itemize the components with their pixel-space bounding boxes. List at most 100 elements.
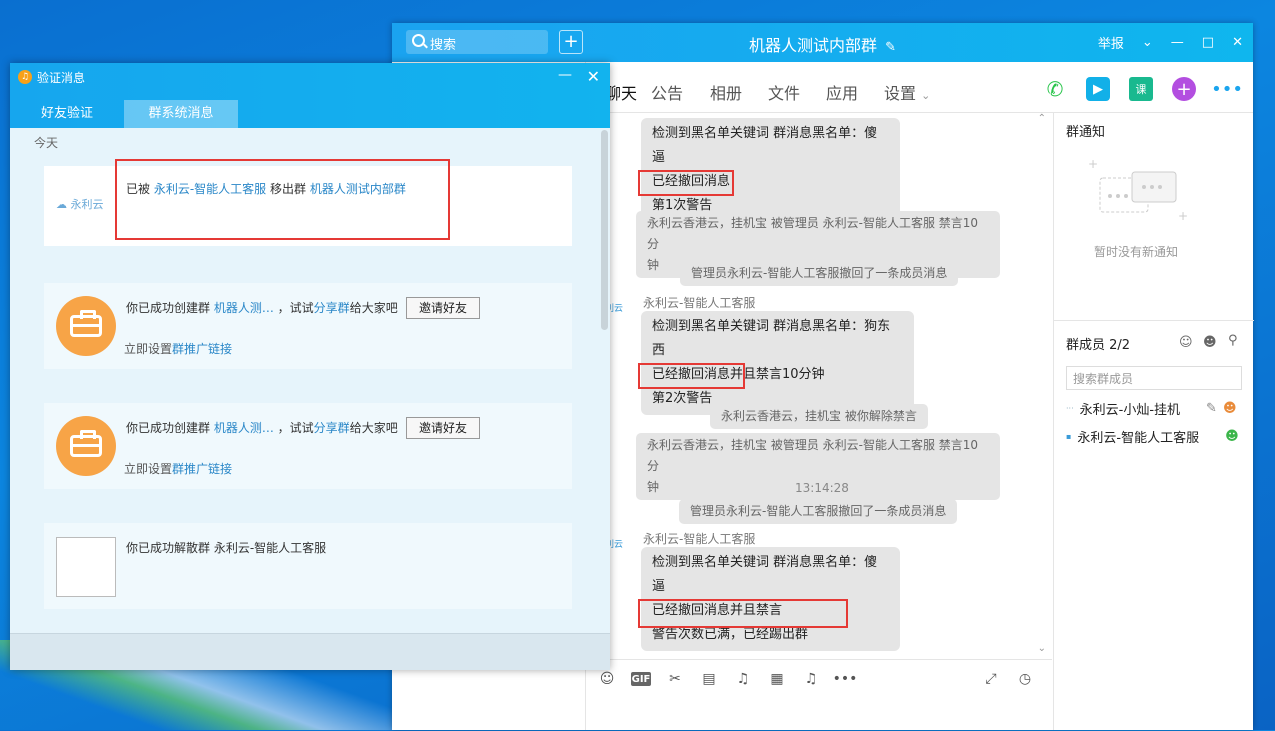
scissors-icon[interactable]: ✂ bbox=[665, 669, 685, 689]
message-text: 检测到黑名单关键词 群消息黑名单：傻逼 bbox=[652, 126, 878, 165]
tab-album[interactable]: 相册 bbox=[710, 80, 742, 104]
group-side-panel: 群通知 + + 暂时没有新通知 群成员 2/2 ☺ ☻ ⚲ 搜索群成员 ··· 永… bbox=[1053, 113, 1254, 730]
tab-files[interactable]: 文件 bbox=[768, 80, 800, 104]
dialog-footer bbox=[10, 633, 610, 670]
share-group-link[interactable]: 分享群 bbox=[314, 421, 350, 435]
promo-link-text: 立即设置群推广链接 bbox=[124, 462, 233, 476]
tab-apps[interactable]: 应用 bbox=[826, 80, 858, 104]
group-avatar-icon bbox=[56, 296, 116, 356]
message-text: 检测到黑名单关键词 群消息黑名单：傻逼 bbox=[652, 555, 878, 594]
member-name: 永利云-智能人工客服 bbox=[1077, 431, 1200, 446]
svg-text:+: + bbox=[1178, 209, 1188, 223]
folder-icon[interactable]: ▤ bbox=[699, 669, 719, 689]
gif-icon[interactable]: GIF bbox=[631, 672, 651, 686]
member-item[interactable]: ▪ 永利云-智能人工客服 ☻ bbox=[1066, 427, 1239, 446]
input-toolbar: ☺ GIF ✂ ▤ ♫ ▦ ♫ ••• ⤢ ◷ bbox=[585, 660, 1052, 698]
dialog-title: 验证消息 bbox=[37, 71, 86, 85]
input-area: ☺ GIF ✂ ▤ ♫ ▦ ♫ ••• ⤢ ◷ bbox=[585, 659, 1052, 731]
message-card: 你已成功解散群 永利云-智能人工客服 bbox=[44, 523, 572, 609]
dialog-titlebar: ♫ 验证消息 — ✕ 好友验证 群系统消息 bbox=[10, 63, 610, 128]
dialog-message-list: 今天 ☁ 永利云 已被 永利云-智能人工客服 移出群 机器人测试内部群 你已成功… bbox=[10, 128, 610, 634]
tab-announcement[interactable]: 公告 bbox=[651, 80, 683, 104]
sender-name: 永利云-智能人工客服 bbox=[643, 296, 756, 310]
plus-apps-icon[interactable]: + bbox=[1172, 77, 1196, 101]
more-tools-icon[interactable]: ••• bbox=[833, 669, 858, 689]
highlight-box bbox=[638, 363, 745, 389]
image-icon[interactable]: ▦ bbox=[767, 669, 787, 689]
group-logo: ☁ 永利云 bbox=[56, 198, 104, 211]
member-search-input[interactable]: 搜索群成员 bbox=[1066, 366, 1242, 390]
close-icon[interactable]: ✕ bbox=[1232, 35, 1243, 50]
more-icon[interactable]: ••• bbox=[1211, 77, 1243, 101]
card-text: 你已成功创建群 机器人测… ，试试分享群给大家吧 bbox=[126, 421, 398, 435]
promo-link-text: 立即设置群推广链接 bbox=[124, 342, 233, 356]
history-clock-icon[interactable]: ◷ bbox=[1015, 669, 1035, 689]
group-link[interactable]: 机器人测… bbox=[214, 301, 274, 315]
member-name: 永利云-小灿-挂机 bbox=[1079, 403, 1181, 418]
broken-image-icon bbox=[56, 537, 116, 597]
bell-icon[interactable]: ♫ bbox=[801, 669, 821, 689]
tab-friend-verification[interactable]: 好友验证 bbox=[10, 100, 124, 128]
close-icon[interactable]: ✕ bbox=[587, 67, 600, 86]
tab-settings[interactable]: 设置 ⌄ bbox=[884, 80, 930, 104]
phone-icon[interactable]: ✆ bbox=[1043, 77, 1067, 101]
dialog-scrollbar[interactable] bbox=[601, 130, 608, 330]
chat-action-icons: ✆ ▶ 课 + ••• bbox=[1043, 77, 1243, 101]
message-text: 检测到黑名单关键词 群消息黑名单：狗东西 bbox=[652, 319, 891, 358]
admin-icon: ☻ bbox=[1225, 429, 1239, 444]
edit-icon[interactable]: ✎ bbox=[1206, 401, 1217, 416]
owner-icon: ☻ bbox=[1222, 401, 1237, 416]
minimize-icon[interactable]: — bbox=[1171, 35, 1184, 50]
group-notice-title: 群通知 bbox=[1066, 125, 1106, 140]
message-timestamp: 13:14:28 bbox=[795, 481, 849, 495]
member-settings-icon[interactable]: ☺ bbox=[1179, 335, 1193, 350]
scroll-up-icon[interactable]: ⌃ bbox=[1038, 113, 1046, 124]
group-avatar-icon bbox=[56, 416, 116, 476]
qq-logo-icon: ♫ bbox=[18, 70, 32, 84]
highlight-box bbox=[638, 170, 734, 196]
members-title: 群成员 2/2 bbox=[1066, 338, 1131, 353]
message-card: 你已成功创建群 机器人测… ，试试分享群给大家吧 邀请好友 立即设置群推广链接 bbox=[44, 283, 572, 369]
promo-link[interactable]: 群推广链接 bbox=[172, 462, 232, 476]
scroll-down-icon[interactable]: ⌄ bbox=[1038, 643, 1046, 654]
invite-friends-button[interactable]: 邀请好友 bbox=[406, 417, 480, 439]
minimize-icon[interactable]: — bbox=[558, 67, 572, 83]
message-list: ⌃ . 检测到黑名单关键词 群消息黑名单：傻逼 已经撤回消息 第1次警告 永利云… bbox=[585, 113, 1052, 659]
highlight-box bbox=[115, 159, 450, 240]
emoji-icon[interactable]: ☺ bbox=[597, 669, 617, 689]
system-message: 管理员永利云-智能人工客服撤回了一条成员消息 bbox=[679, 499, 958, 524]
message-card: 你已成功创建群 机器人测… ，试试分享群给大家吧 邀请好友 立即设置群推广链接 bbox=[44, 403, 572, 489]
add-member-icon[interactable]: ☻ bbox=[1203, 335, 1217, 350]
system-message: 永利云香港云，挂机宝 被你解除禁言 bbox=[710, 404, 928, 429]
promo-link[interactable]: 群推广链接 bbox=[172, 342, 232, 356]
date-header: 今天 bbox=[34, 136, 59, 150]
highlight-box bbox=[638, 599, 848, 628]
chevron-down-icon[interactable]: ⌄ bbox=[1142, 35, 1153, 50]
edit-title-icon[interactable]: ✎ bbox=[885, 40, 896, 55]
course-icon[interactable]: 课 bbox=[1129, 77, 1153, 101]
group-link[interactable]: 机器人测… bbox=[214, 421, 274, 435]
invite-friends-button[interactable]: 邀请好友 bbox=[406, 297, 480, 319]
empty-notice-illustration: ++ bbox=[1088, 158, 1188, 223]
report-link[interactable]: 举报 bbox=[1098, 33, 1124, 52]
empty-notice-text: 暂时没有新通知 bbox=[1094, 245, 1179, 259]
svg-text:+: + bbox=[1088, 158, 1098, 171]
member-search-icon[interactable]: ⚲ bbox=[1228, 333, 1238, 348]
window-controls: 举报 ⌄ — □ ✕ bbox=[1098, 33, 1243, 52]
maximize-icon[interactable]: □ bbox=[1202, 35, 1214, 50]
video-icon[interactable]: ▶ bbox=[1086, 77, 1110, 101]
divider bbox=[1054, 320, 1254, 321]
share-group-link[interactable]: 分享群 bbox=[314, 301, 350, 315]
member-item[interactable]: ··· 永利云-小灿-挂机 ✎ ☻ bbox=[1066, 399, 1237, 418]
expand-icon[interactable]: ⤢ bbox=[981, 669, 1001, 689]
verification-dialog: ♫ 验证消息 — ✕ 好友验证 群系统消息 今天 ☁ 永利云 已被 永利云-智能… bbox=[10, 63, 610, 670]
card-text: 你已成功解散群 永利云-智能人工客服 bbox=[126, 541, 327, 555]
system-message: 管理员永利云-智能人工客服撤回了一条成员消息 bbox=[680, 261, 959, 286]
chat-title-text: 机器人测试内部群 bbox=[748, 36, 877, 55]
music-icon[interactable]: ♫ bbox=[733, 669, 753, 689]
tab-group-system-messages[interactable]: 群系统消息 bbox=[124, 100, 238, 128]
chat-titlebar: 搜索 + 机器人测试内部群 ✎ 举报 ⌄ — □ ✕ bbox=[392, 23, 1253, 62]
chat-tabs: 聊天 公告 相册 文件 应用 设置 ⌄ ✆ ▶ 课 + ••• bbox=[585, 62, 1253, 113]
member-avatar: ▪ bbox=[1066, 432, 1072, 441]
sender-name: 永利云-智能人工客服 bbox=[643, 532, 756, 546]
